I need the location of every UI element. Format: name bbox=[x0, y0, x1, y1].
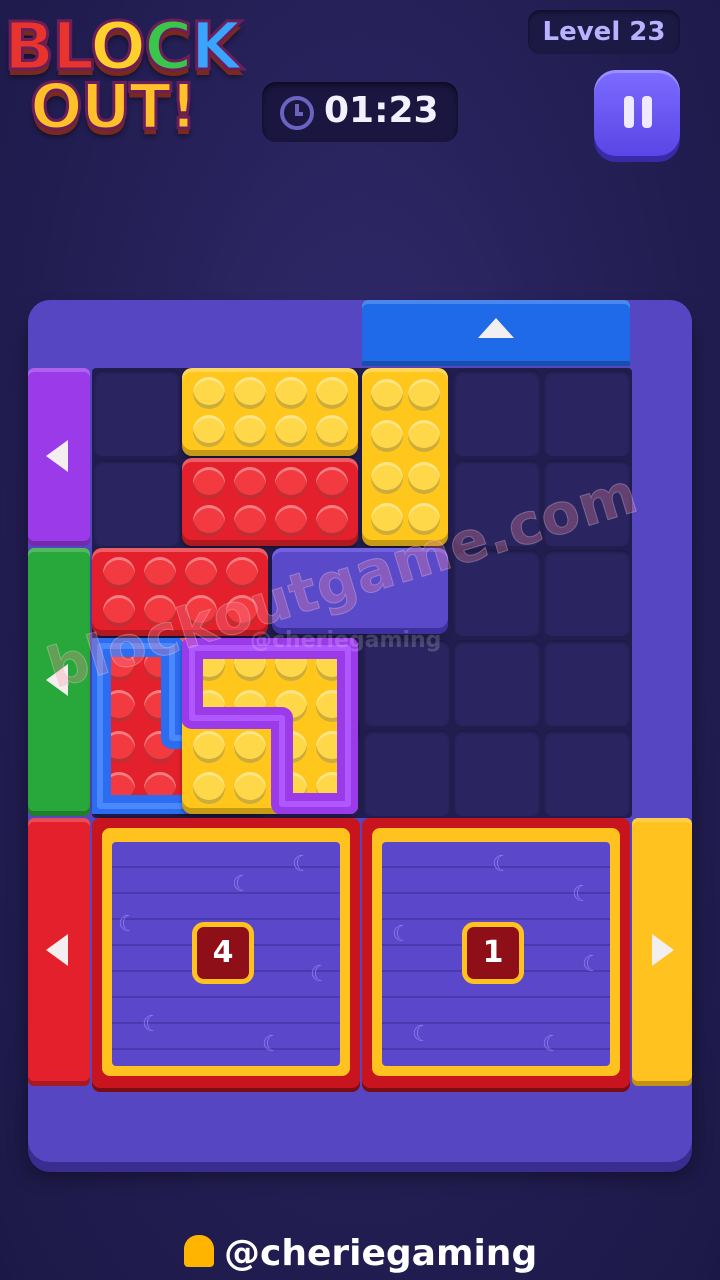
timer-value: 01:23 bbox=[324, 90, 439, 131]
blue-exit-door-top[interactable] bbox=[362, 300, 630, 366]
creator-credit: @cheriegaming bbox=[184, 1232, 537, 1276]
moon-icon: ☾ bbox=[310, 962, 330, 987]
moon-icon: ☾ bbox=[492, 852, 512, 877]
exit-count-badge: 1 bbox=[462, 922, 524, 984]
credit-text: @cheriegaming bbox=[224, 1233, 538, 1274]
timer: 01:23 bbox=[262, 82, 458, 142]
level-indicator: Level 23 bbox=[528, 10, 680, 54]
moon-icon: ☾ bbox=[412, 1022, 432, 1047]
pause-icon bbox=[624, 96, 634, 128]
exit-crate-left: ☾ ☾ ☾ ☾ ☾ ☾ 4 bbox=[92, 818, 360, 1088]
grid-cell bbox=[454, 640, 540, 726]
red-block-2x4-top[interactable] bbox=[182, 458, 358, 546]
moon-icon: ☾ bbox=[392, 922, 412, 947]
grid-cell bbox=[544, 370, 630, 456]
moon-icon: ☾ bbox=[232, 872, 252, 897]
logo-text-out: OUT! bbox=[29, 69, 200, 145]
pause-button[interactable] bbox=[594, 70, 680, 156]
exit-crate-right: ☾ ☾ ☾ ☾ ☾ ☾ 1 bbox=[362, 818, 630, 1088]
purple-exit-door-left[interactable] bbox=[28, 368, 90, 546]
moon-icon: ☾ bbox=[572, 882, 592, 907]
arrow-left-icon bbox=[46, 934, 68, 966]
arrow-right-icon bbox=[652, 934, 674, 966]
grid-cell bbox=[544, 730, 630, 816]
grid-cell bbox=[454, 370, 540, 456]
grid-cell bbox=[94, 460, 180, 546]
moon-icon: ☾ bbox=[118, 912, 138, 937]
grid-cell bbox=[454, 730, 540, 816]
arrow-up-icon bbox=[478, 318, 514, 338]
grid-cell bbox=[544, 550, 630, 636]
moon-icon: ☾ bbox=[262, 1032, 282, 1057]
purple-l-block[interactable] bbox=[182, 638, 358, 814]
moon-icon: ☾ bbox=[142, 1012, 162, 1037]
moon-icon: ☾ bbox=[582, 952, 602, 977]
clock-icon bbox=[280, 96, 314, 130]
game-logo: BLOCK OUT! bbox=[0, 0, 270, 150]
exit-count-badge: 4 bbox=[192, 922, 254, 984]
moon-icon: ☾ bbox=[292, 852, 312, 877]
grid-cell bbox=[364, 730, 450, 816]
grid-cell bbox=[94, 370, 180, 456]
yellow-exit-door-right[interactable] bbox=[632, 818, 692, 1086]
bell-icon bbox=[184, 1235, 214, 1267]
grid-cell bbox=[544, 640, 630, 726]
arrow-left-icon bbox=[46, 440, 68, 472]
yellow-block-2x4[interactable] bbox=[182, 368, 358, 456]
red-exit-door-left[interactable] bbox=[28, 818, 90, 1086]
moon-icon: ☾ bbox=[542, 1032, 562, 1057]
